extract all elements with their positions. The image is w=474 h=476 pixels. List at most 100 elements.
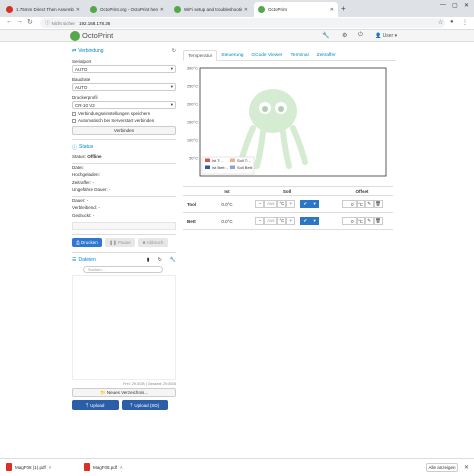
- minimize-icon[interactable]: —: [440, 2, 446, 8]
- offset-unit: °C: [356, 200, 365, 208]
- tab-favicon-icon: [258, 6, 265, 13]
- chevron-down-icon[interactable]: ▾: [310, 217, 319, 226]
- baud-select[interactable]: AUTO ▾: [72, 83, 176, 91]
- profile-select[interactable]: CR-10 V2 ▾: [72, 101, 176, 109]
- stop-icon: ■: [142, 240, 146, 245]
- refresh-icon[interactable]: ↻: [158, 257, 162, 263]
- tab-temperature[interactable]: Temperatur: [183, 50, 218, 61]
- chevron-up-icon[interactable]: ˄: [120, 465, 123, 470]
- status-state-value: Offline: [87, 154, 102, 159]
- edit-icon[interactable]: ✎: [364, 217, 374, 225]
- tab-timelapse[interactable]: Zeitraffer: [313, 50, 340, 60]
- status-header[interactable]: ⓘ Status: [72, 143, 176, 151]
- decrement-button[interactable]: −: [255, 199, 265, 208]
- tab-favicon-icon: [90, 6, 97, 13]
- legend-label: Soll Bett: -: [237, 165, 256, 170]
- pause-button[interactable]: ❚❚ Pause: [105, 238, 135, 247]
- divider: [72, 139, 176, 140]
- legend-label: Soll T: -: [237, 158, 251, 163]
- tab-terminal[interactable]: Terminal: [287, 50, 313, 60]
- chevron-down-icon: ▾: [170, 66, 173, 71]
- y-tick-label: 100°C: [187, 138, 198, 143]
- file-search-input[interactable]: Suchen...: [83, 266, 163, 273]
- check-icon[interactable]: ✔: [299, 200, 311, 209]
- browser-tab-3[interactable]: WiFi setup and troubleshooting ✕: [170, 2, 252, 17]
- upload-sd-button[interactable]: ⤒ Upload (SD): [121, 400, 168, 410]
- close-window-icon[interactable]: ✕: [464, 2, 469, 9]
- show-all-button[interactable]: Alle anzeigen: [426, 463, 458, 472]
- checkbox-label: Verbindungseinstellungen speichern: [78, 111, 151, 116]
- target-input[interactable]: Aus: [264, 199, 278, 208]
- print-button[interactable]: ⎙ Drucken: [72, 238, 102, 247]
- user-menu[interactable]: 👤 User ▾: [375, 33, 397, 39]
- files-header[interactable]: ☰ Dateien ▮ ↻ 🔧: [72, 256, 176, 264]
- target-input[interactable]: Aus: [264, 216, 278, 225]
- free-space: Frei: 29.0GB | Gesamt: 29.8GB: [123, 382, 176, 386]
- download-item[interactable]: MagF08.pdf ˄: [84, 463, 123, 471]
- browser-tab-2[interactable]: OctoPrint.org - OctoPrint herunt ✕: [86, 2, 168, 17]
- menu-icon[interactable]: ⋮: [462, 19, 468, 26]
- new-folder-button[interactable]: 📁 Neues Verzeichnis...: [72, 388, 176, 397]
- star-icon[interactable]: ☆: [438, 19, 443, 26]
- tab-control[interactable]: Steuerung: [217, 50, 247, 60]
- y-axis-ticks: 300°C 250°C 200°C 150°C 100°C 50°C: [187, 66, 198, 161]
- close-icon[interactable]: ✕: [244, 7, 248, 13]
- offset-controls: 0 °C ✎ 🗑: [331, 212, 393, 230]
- target-controls: − Aus °C + ✔ ▾: [243, 212, 331, 230]
- url-field[interactable]: ⓘ Nicht sicher 192.168.178.36: [40, 18, 445, 28]
- close-icon[interactable]: ✕: [464, 464, 469, 471]
- brand-title[interactable]: OctoPrint: [82, 31, 113, 40]
- close-icon[interactable]: ✕: [160, 7, 164, 13]
- auto-connect-checkbox[interactable]: Automatisch bei Serverstart verbinden: [72, 118, 176, 123]
- upload-icon: ⤒: [86, 402, 89, 408]
- save-settings-checkbox[interactable]: Verbindungseinstellungen speichern: [72, 111, 176, 116]
- chevron-up-icon[interactable]: ˄: [49, 465, 52, 470]
- pdf-icon: [6, 463, 12, 471]
- cancel-button[interactable]: ■ Abbruch: [138, 238, 168, 247]
- divider: [72, 252, 176, 253]
- download-item[interactable]: MagF08 (1).pdf ˄: [6, 463, 51, 471]
- offset-input[interactable]: 0: [341, 200, 357, 208]
- status-title: Status: [79, 144, 94, 150]
- close-icon[interactable]: ✕: [330, 7, 334, 13]
- trash-icon[interactable]: 🗑: [373, 217, 383, 225]
- wrench-icon[interactable]: 🔧: [322, 32, 329, 39]
- trash-icon[interactable]: 🗑: [373, 200, 383, 208]
- offset-input[interactable]: 0: [341, 217, 357, 225]
- browser-tab-1[interactable]: 1.75mm Direct Then Assembly ✕: [2, 2, 84, 17]
- wrench-icon[interactable]: 🔧: [170, 257, 176, 263]
- checkbox-box[interactable]: [72, 118, 76, 123]
- increment-button[interactable]: +: [286, 199, 296, 208]
- reload-icon[interactable]: ↻: [27, 18, 33, 26]
- chevron-down-icon[interactable]: ▾: [310, 200, 319, 209]
- legend-swatch: [205, 158, 210, 162]
- close-icon[interactable]: ✕: [76, 7, 80, 13]
- connect-button[interactable]: Verbinden: [72, 126, 176, 135]
- power-icon[interactable]: ⏻: [358, 32, 363, 39]
- column-header-actual: Ist: [211, 186, 243, 196]
- new-tab-button[interactable]: +: [341, 4, 346, 13]
- port-label: Serialport: [72, 59, 92, 64]
- settings-icon[interactable]: ⚙: [342, 32, 347, 39]
- info-icon[interactable]: ⓘ: [45, 20, 50, 26]
- cancel-label: Abbruch: [146, 240, 164, 245]
- upload-button[interactable]: ⤒ Upload: [72, 400, 119, 410]
- port-select[interactable]: AUTO ▾: [72, 65, 176, 73]
- tab-gcode-viewer[interactable]: GCode Viewer: [247, 50, 286, 60]
- refresh-icon[interactable]: ↻: [172, 48, 176, 54]
- checkbox-box[interactable]: [72, 111, 76, 116]
- maximize-icon[interactable]: ▢: [452, 2, 458, 9]
- connection-header[interactable]: ⇄ Verbindung ↻: [72, 47, 176, 55]
- decrement-button[interactable]: −: [255, 216, 265, 225]
- status-duration: Dauer: -: [72, 197, 89, 203]
- increment-button[interactable]: +: [286, 216, 296, 225]
- back-icon[interactable]: ←: [6, 18, 13, 25]
- profile-icon[interactable]: ●: [450, 19, 454, 25]
- file-list[interactable]: [72, 275, 176, 380]
- edit-icon[interactable]: ✎: [364, 200, 374, 208]
- browser-tab-4-active[interactable]: OctoPrint ✕: [254, 2, 338, 17]
- check-icon[interactable]: ✔: [299, 217, 311, 226]
- forward-icon[interactable]: →: [16, 18, 23, 25]
- sd-card-icon[interactable]: ▮: [147, 257, 150, 263]
- baud-label: Baudrate: [72, 77, 91, 82]
